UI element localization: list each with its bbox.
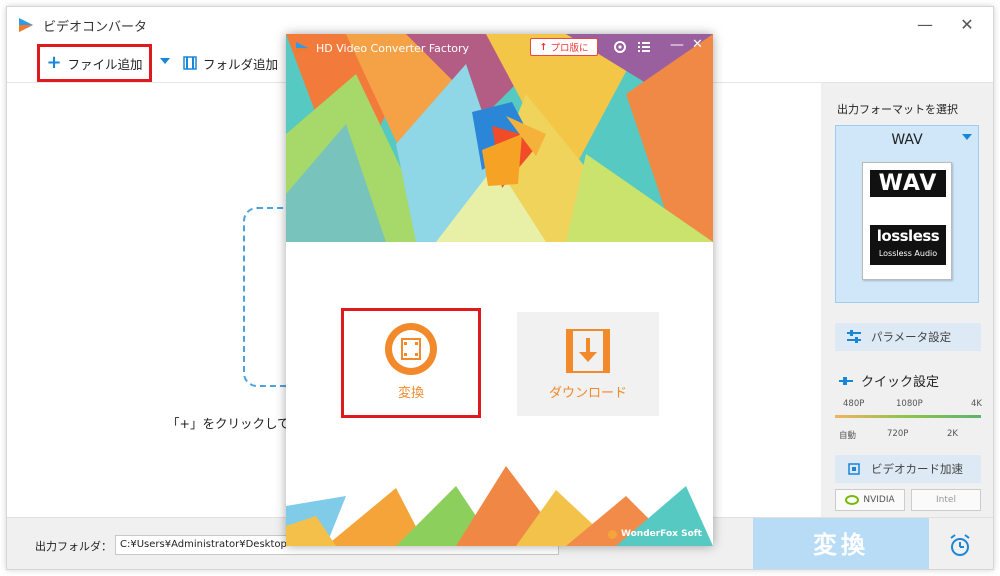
launcher-close-button[interactable]: ✕	[692, 37, 703, 52]
lossless-logo: lossless Lossless Audio	[870, 225, 946, 265]
format-name: WAV	[891, 132, 923, 148]
launcher-window: HD Video Converter Factory ↑ プロ版に — ✕ 変換	[286, 34, 713, 546]
launcher-logo-icon	[296, 42, 308, 54]
quick-slider-icon	[839, 376, 853, 385]
wonderfox-logo-icon	[608, 529, 617, 539]
quality-slider[interactable]	[835, 415, 981, 418]
intel-option[interactable]: Intel	[911, 489, 981, 511]
chip-icon	[848, 463, 860, 475]
list-icon[interactable]	[636, 39, 652, 55]
quick-settings-title: クイック設定	[839, 371, 939, 390]
parameter-settings-button[interactable]: パラメータ設定	[835, 323, 981, 351]
format-card-title: WAV	[870, 170, 946, 197]
tick-720p: 720P	[887, 429, 909, 439]
minimize-button[interactable]: —	[905, 11, 945, 39]
quality-top-ticks: 480P 1080P 4K	[835, 399, 985, 411]
tick-4k: 4K	[971, 399, 982, 409]
window-title: ビデオコンバータ	[43, 20, 148, 35]
parameter-settings-label: パラメータ設定	[871, 330, 952, 344]
drop-hint-text: 「+」をクリックして	[167, 416, 290, 431]
download-arrow-icon	[566, 329, 610, 373]
add-folder-label: フォルダ追加	[203, 56, 279, 72]
launcher-minimize-button[interactable]: —	[670, 37, 684, 53]
nvidia-option[interactable]: NVIDIA	[835, 489, 905, 511]
output-format-selector[interactable]: WAV WAV lossless Lossless Audio	[835, 125, 979, 303]
tick-auto: 自動	[839, 431, 857, 441]
plus-icon: +	[46, 52, 62, 73]
gear-icon[interactable]	[612, 39, 628, 55]
wonderfox-brand: WonderFox Soft	[608, 529, 702, 539]
download-tile[interactable]: ダウンロード	[517, 312, 659, 416]
right-panel: 出力フォーマットを選択 WAV WAV lossless Lossless Au…	[821, 83, 993, 517]
upgrade-pro-label: プロ版に	[550, 43, 589, 54]
alarm-clock-icon[interactable]	[947, 533, 973, 559]
lossless-wordmark: lossless	[876, 227, 940, 245]
nvidia-eye-icon	[845, 495, 860, 505]
convert-button[interactable]: 変換	[753, 518, 929, 569]
nvidia-label: NVIDIA	[863, 495, 895, 505]
download-tile-label: ダウンロード	[548, 386, 627, 401]
tick-2k: 2K	[947, 429, 958, 439]
app-logo-icon	[19, 18, 33, 32]
intel-label: Intel	[936, 495, 956, 505]
output-folder-label: 出力フォルダ：	[35, 540, 112, 553]
gpu-acceleration-button[interactable]: ビデオカード加速	[835, 455, 981, 483]
close-button[interactable]: ✕	[947, 11, 987, 39]
gpu-acceleration-label: ビデオカード加速	[871, 462, 963, 476]
format-dropdown-icon[interactable]	[962, 134, 972, 140]
quality-bottom-ticks: 自動 720P 2K	[833, 429, 983, 441]
quick-settings-label: クイック設定	[861, 375, 940, 390]
sliders-icon	[847, 330, 861, 343]
launcher-title: HD Video Converter Factory	[316, 42, 470, 55]
tick-1080p: 1080P	[896, 399, 923, 409]
film-folder-icon	[183, 56, 197, 70]
add-folder-button[interactable]: フォルダ追加	[183, 44, 278, 82]
chevron-down-icon[interactable]	[159, 55, 171, 67]
format-card: WAV lossless Lossless Audio	[862, 162, 952, 280]
upgrade-pro-button[interactable]: ↑ プロ版に	[530, 38, 598, 56]
add-file-button[interactable]: + ファイル追加	[37, 44, 152, 82]
wonderfox-brand-label: WonderFox Soft	[621, 529, 702, 539]
app-hero-logo-icon	[472, 102, 546, 188]
convert-highlight	[341, 308, 481, 418]
arrow-up-icon: ↑	[539, 41, 548, 53]
output-format-title: 出力フォーマットを選択	[837, 103, 958, 116]
lossless-subtitle: Lossless Audio	[878, 249, 938, 258]
tick-480p: 480P	[843, 399, 865, 409]
add-file-label: ファイル追加	[67, 56, 143, 72]
